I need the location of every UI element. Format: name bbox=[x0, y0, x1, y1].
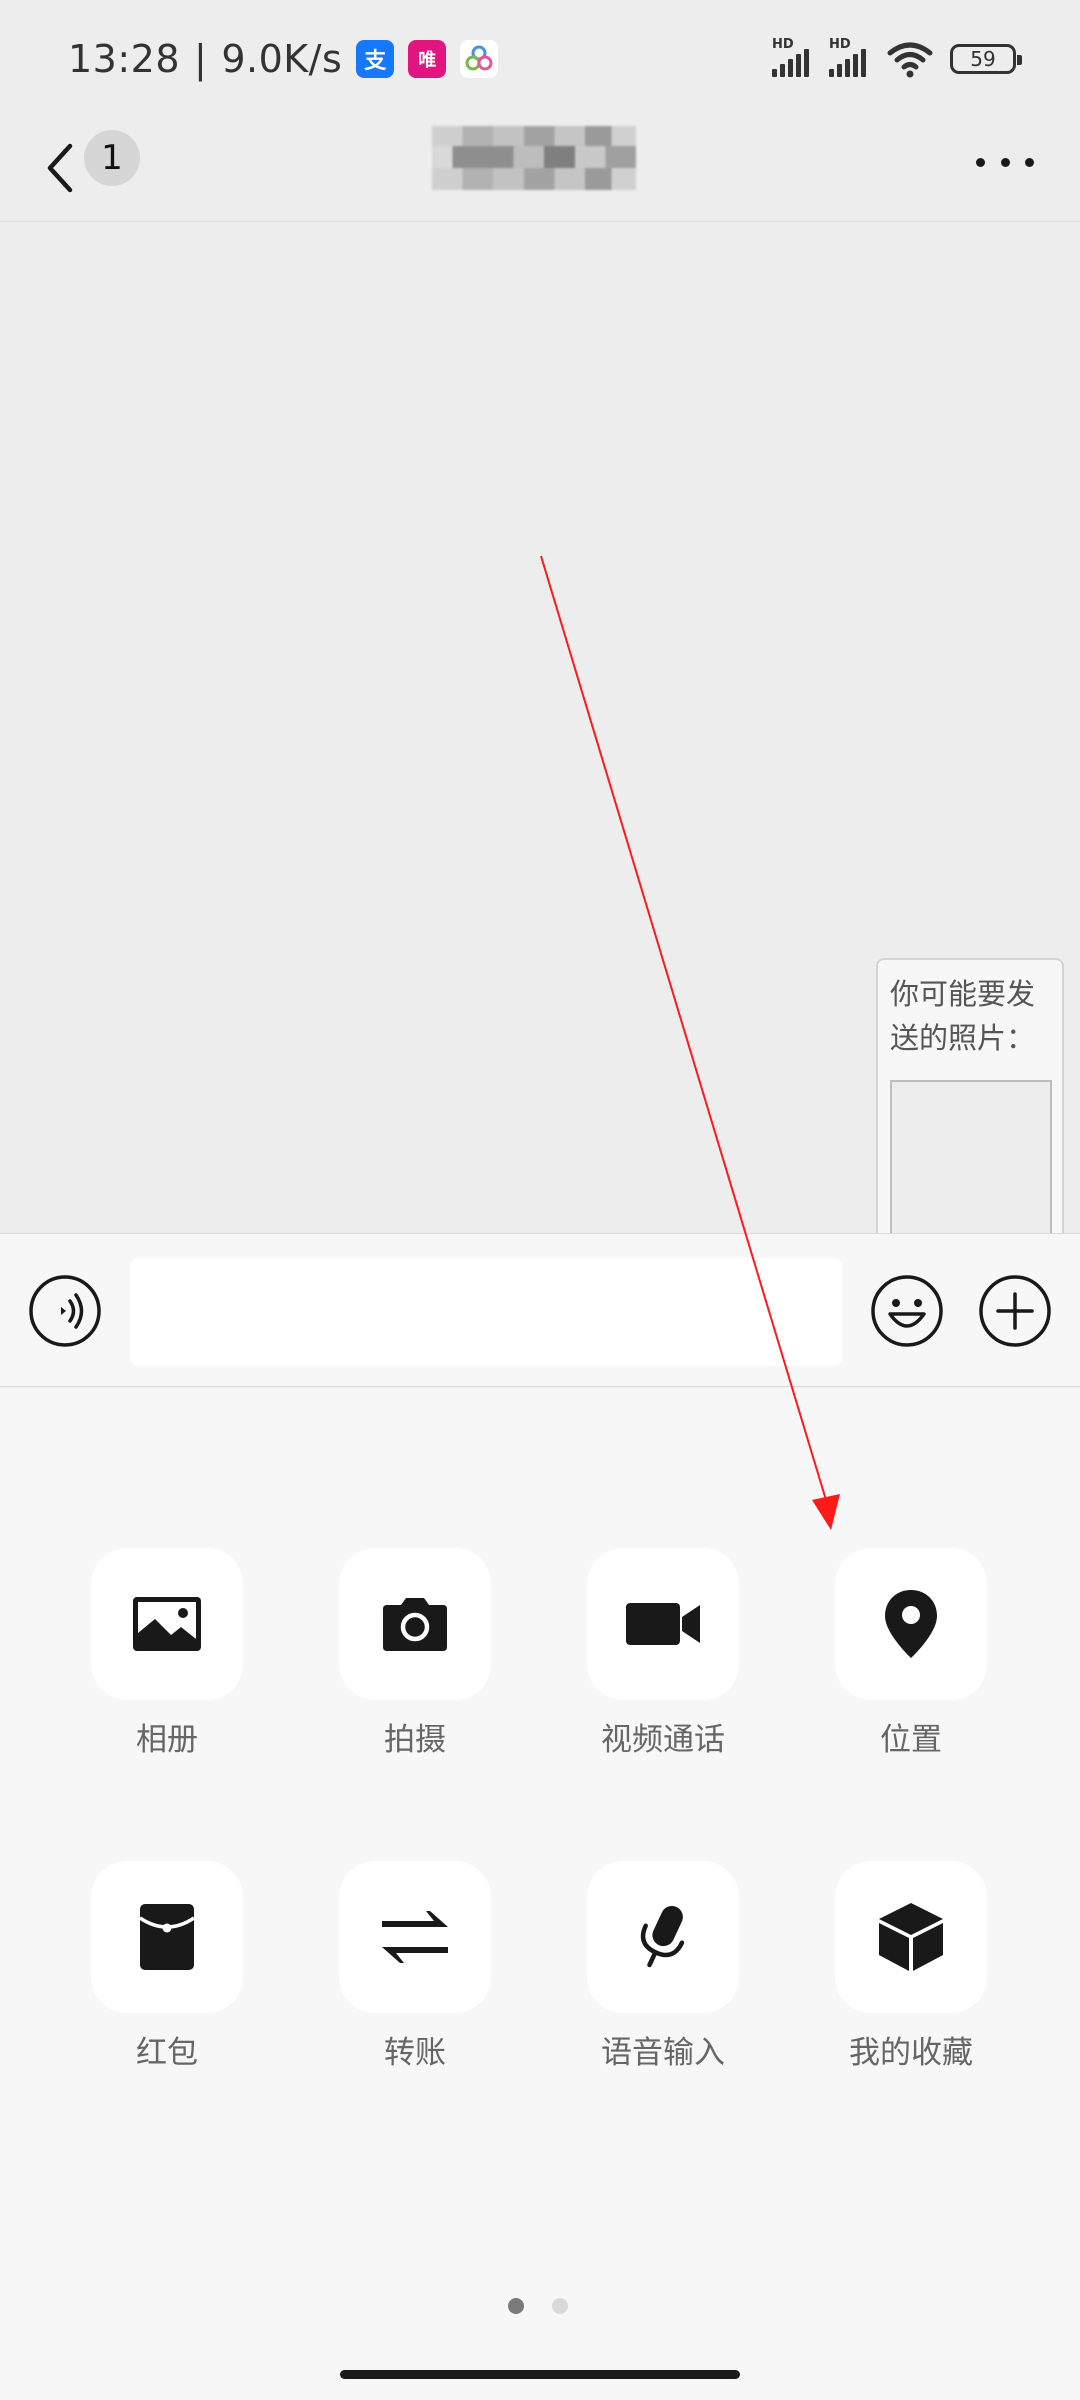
location-button[interactable]: 位置 bbox=[835, 1548, 987, 1759]
more-button[interactable] bbox=[970, 142, 1040, 182]
voice-mode-button[interactable] bbox=[28, 1274, 102, 1348]
home-indicator[interactable] bbox=[340, 2370, 740, 2379]
more-functions-button[interactable] bbox=[978, 1274, 1052, 1348]
wifi-icon bbox=[887, 42, 933, 78]
transfer-icon bbox=[382, 1911, 448, 1963]
message-input[interactable] bbox=[130, 1258, 842, 1366]
favorites-button[interactable]: 我的收藏 bbox=[835, 1861, 987, 2072]
favorites-icon bbox=[879, 1903, 943, 1971]
transfer-label: 转账 bbox=[384, 2035, 446, 2071]
page-dot-active bbox=[508, 2298, 524, 2314]
page-dot bbox=[552, 2298, 568, 2314]
dot-icon bbox=[1025, 157, 1034, 167]
cloud-app-icon bbox=[460, 40, 499, 78]
camera-label: 拍摄 bbox=[384, 1722, 446, 1758]
red-packet-icon bbox=[139, 1904, 195, 1970]
alipay-icon: 支 bbox=[356, 40, 395, 78]
voice-input-icon bbox=[640, 1905, 685, 1968]
location-label: 位置 bbox=[880, 1722, 942, 1758]
status-time: 13:28 bbox=[68, 37, 181, 81]
suggested-photo-thumbnail[interactable] bbox=[890, 1080, 1052, 1242]
location-icon bbox=[885, 1590, 937, 1658]
cell-signal-icon-2: HD bbox=[829, 37, 866, 77]
album-label: 相册 bbox=[136, 1722, 198, 1758]
net-speed: 9.0K/s bbox=[221, 37, 343, 81]
chat-title-obscured bbox=[432, 126, 636, 190]
favorites-label: 我的收藏 bbox=[849, 2035, 973, 2071]
video-call-label: 视频通话 bbox=[601, 1722, 725, 1758]
back-icon[interactable] bbox=[36, 136, 84, 200]
input-bar bbox=[0, 1233, 1080, 1387]
red-packet-label: 红包 bbox=[136, 2035, 198, 2071]
cell-signal-icon: HD bbox=[772, 37, 809, 77]
photo-suggestion-popup[interactable]: 你可能要发 送的照片： bbox=[876, 958, 1064, 1274]
page-indicator bbox=[508, 2298, 568, 2314]
red-packet-button[interactable]: 红包 bbox=[91, 1861, 243, 2072]
dot-icon bbox=[1000, 157, 1010, 167]
album-icon bbox=[133, 1597, 201, 1651]
transfer-button[interactable]: 转账 bbox=[339, 1861, 491, 2072]
voice-input-label: 语音输入 bbox=[601, 2035, 725, 2071]
video-call-icon bbox=[626, 1603, 700, 1645]
voice-input-button[interactable]: 语音输入 bbox=[587, 1861, 739, 2072]
battery-indicator: 59 bbox=[950, 44, 1022, 74]
status-separator: | bbox=[194, 37, 208, 81]
chat-header: 1 bbox=[0, 118, 1080, 222]
album-button[interactable]: 相册 bbox=[91, 1548, 243, 1759]
camera-button[interactable]: 拍摄 bbox=[339, 1548, 491, 1759]
photo-suggestion-text: 你可能要发 送的照片： bbox=[890, 977, 1036, 1055]
emoji-button[interactable] bbox=[870, 1274, 944, 1348]
function-panel: 相册 拍摄 视频通话 位置 红包 转账 语音输入 我的收藏 bbox=[0, 1388, 1080, 2400]
dot-icon bbox=[976, 157, 985, 167]
status-bar: 13:28 | 9.0K/s 支 唯 HD HD 59 bbox=[0, 0, 1080, 118]
camera-icon bbox=[383, 1598, 447, 1651]
unread-badge[interactable]: 1 bbox=[84, 130, 140, 186]
vipshop-icon: 唯 bbox=[408, 40, 447, 78]
video-call-button[interactable]: 视频通话 bbox=[587, 1548, 739, 1759]
